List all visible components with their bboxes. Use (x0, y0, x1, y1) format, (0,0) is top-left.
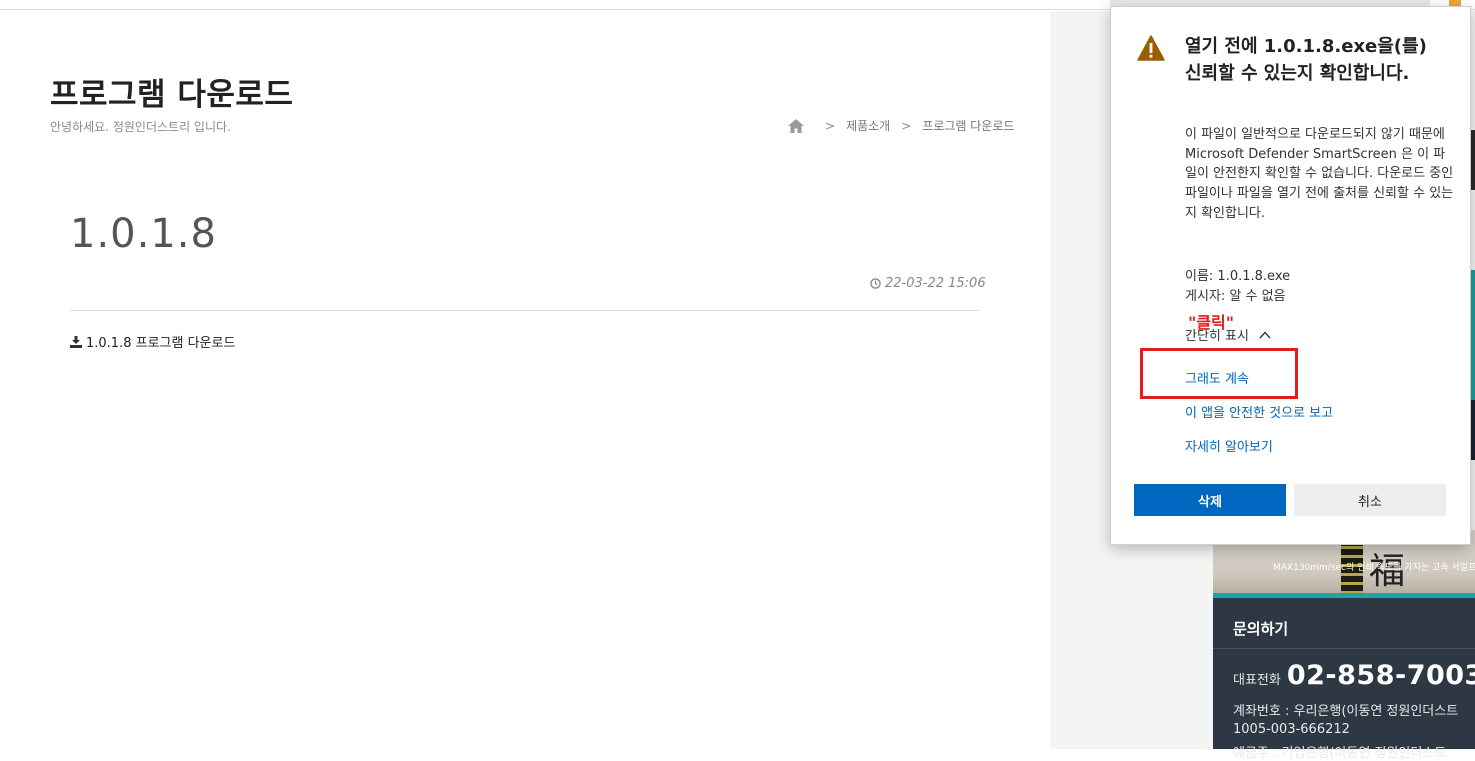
page-title: 프로그램 다운로드 (50, 77, 294, 113)
contact-divider (1213, 648, 1475, 649)
account-label-2: 예금주 : 기업은행(이동연 정원인더스트 (1233, 746, 1447, 761)
smartscreen-download-dialog: 열기 전에 1.0.1.8.exe을(를) 신뢰할 수 있는지 확인합니다. 이… (1110, 6, 1471, 545)
chevron-right-icon: > (825, 118, 836, 133)
download-link-label[interactable]: 1.0.1.8 프로그램 다운로드 (86, 332, 235, 351)
contact-panel: 문의하기 대표전화 02-858-7003 계좌번호 : 우리은행(이동연 정원… (1213, 598, 1475, 761)
file-name: 이름: 1.0.1.8.exe (1185, 269, 1291, 284)
dialog-title: 열기 전에 1.0.1.8.exe을(를) 신뢰할 수 있는지 확인합니다. (1185, 36, 1427, 84)
post-date-text: 22-03-22 15:06 (885, 276, 986, 291)
report-safe-link[interactable]: 이 앱을 안전한 것으로 보고 (1185, 402, 1333, 421)
warning-icon (1137, 35, 1165, 61)
home-icon[interactable] (788, 118, 804, 133)
learn-more-link[interactable]: 자세히 알아보기 (1185, 436, 1273, 455)
breadcrumb-item-products[interactable]: 제품소개 (846, 117, 890, 134)
chevron-right-icon: > (901, 118, 912, 133)
download-icon (70, 335, 82, 348)
post-date: 22-03-22 15:06 (870, 276, 986, 291)
dialog-body: 이 파일이 일반적으로 다운로드되지 않기 때문에 Microsoft Defe… (1185, 127, 1454, 221)
program-download-link[interactable]: 1.0.1.8 프로그램 다운로드 (70, 332, 235, 351)
account-label: 계좌번호 : 우리은행(이동연 정원인더스트 (1233, 704, 1459, 719)
page-subtitle: 안녕하세요. 정원인더스트리 입니다. (50, 120, 231, 134)
contact-phone: 대표전화 02-858-7003 (1233, 660, 1475, 691)
post-title: 1.0.1.8 (70, 211, 217, 257)
cancel-button[interactable]: 취소 (1294, 484, 1446, 516)
phone-number: 02-858-7003 (1286, 660, 1475, 691)
banner-caption: MAX130mm/sec의 인쇄 속도를 가지는 고속 서멀프 (1273, 563, 1475, 573)
breadcrumb-item-download[interactable]: 프로그램 다운로드 (922, 117, 1014, 134)
contact-heading: 문의하기 (1233, 620, 1289, 638)
account-number: 1005-003-666212 (1233, 722, 1350, 737)
main-content: 프로그램 다운로드 안녕하세요. 정원인더스트리 입니다. > 제품소개 > 프… (0, 11, 1050, 749)
breadcrumb: > 제품소개 > 프로그램 다운로드 (788, 117, 1014, 134)
delete-button[interactable]: 삭제 (1134, 484, 1286, 516)
annotation-highlight-box (1140, 348, 1298, 399)
post-divider (70, 310, 980, 311)
file-publisher: 게시자: 알 수 없음 (1185, 289, 1286, 304)
clock-icon (870, 278, 881, 289)
annotation-click-label: "클릭" (1188, 313, 1235, 332)
phone-label: 대표전화 (1233, 673, 1281, 688)
chevron-up-icon[interactable] (1259, 330, 1271, 339)
